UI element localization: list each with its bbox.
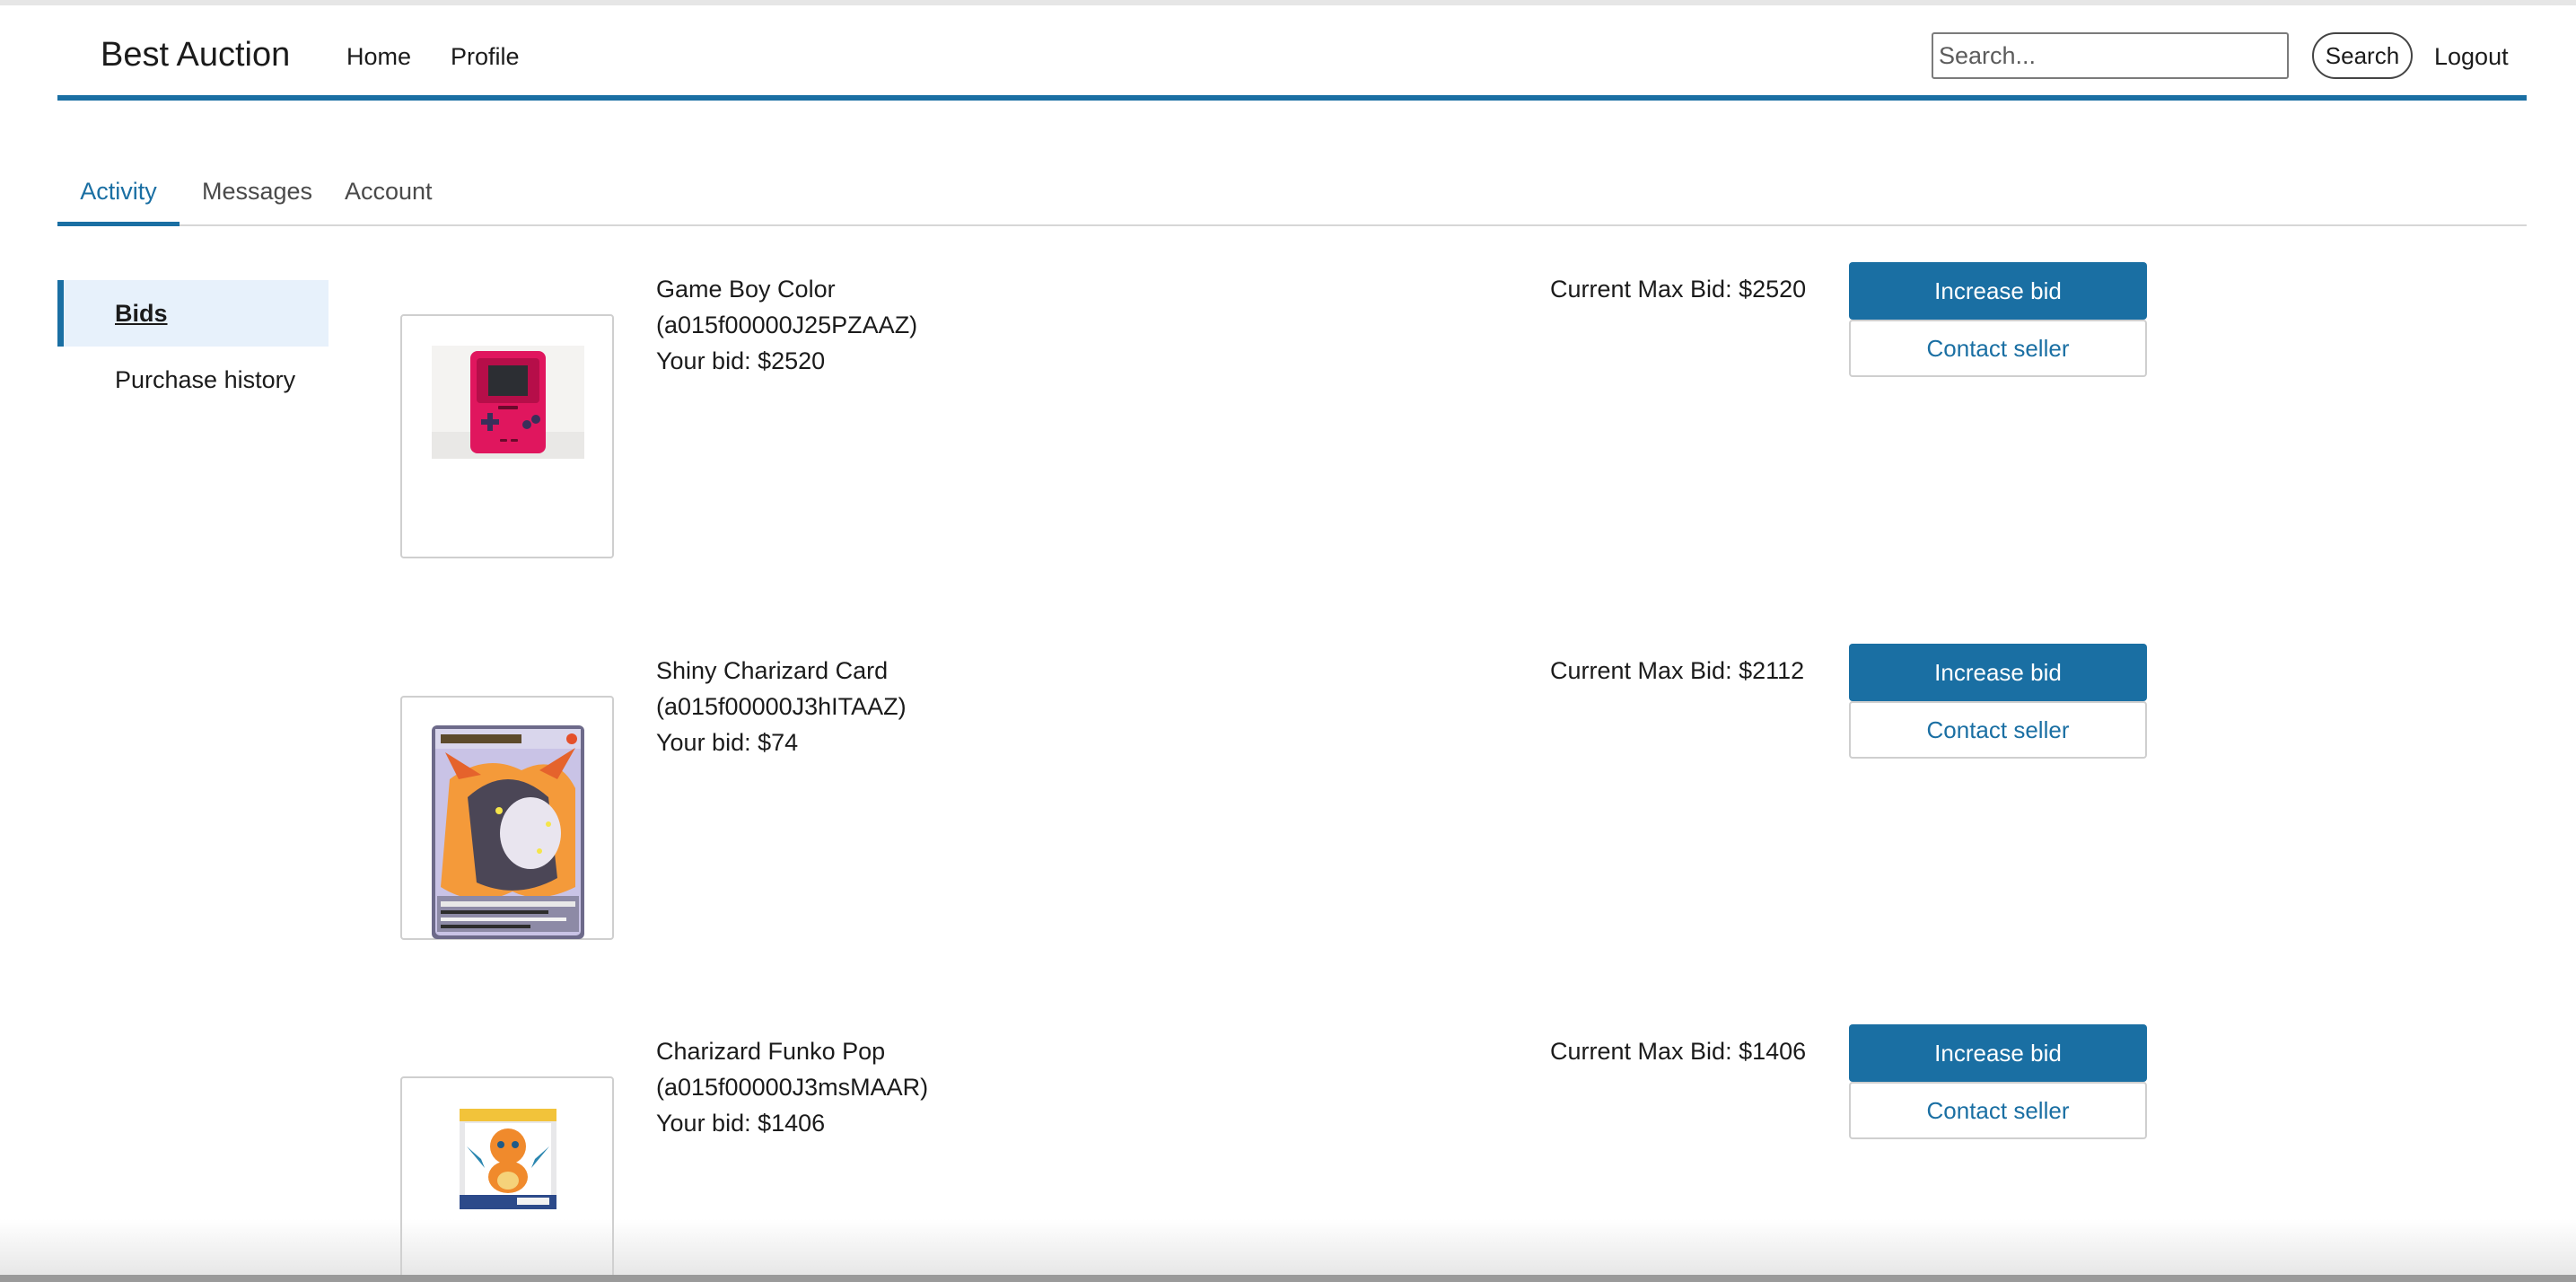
nav-profile-link[interactable]: Profile [451,43,520,71]
search-button[interactable]: Search [2312,32,2413,79]
item-thumbnail[interactable] [400,314,614,558]
increase-bid-button[interactable]: Increase bid [1849,644,2147,701]
item-info: Charizard Funko Pop (a015f00000J3msMAAR)… [656,1033,928,1141]
your-bid: Your bid: $74 [656,729,799,756]
contact-seller-button[interactable]: Contact seller [1849,320,2147,377]
contact-seller-button[interactable]: Contact seller [1849,701,2147,759]
increase-bid-button[interactable]: Increase bid [1849,1024,2147,1082]
item-name: Shiny Charizard Card [656,657,889,684]
item-id: (a015f00000J25PZAAZ) [656,312,918,338]
tab-activity[interactable]: Activity [57,178,180,226]
your-bid: Your bid: $1406 [656,1110,826,1137]
current-max-bid: Current Max Bid: $1406 [1550,1038,1807,1065]
item-info: Shiny Charizard Card (a015f00000J3hITAAZ… [656,653,907,760]
charizard-card-image [432,725,584,939]
current-max-bid: Current Max Bid: $2520 [1550,276,1807,303]
brand-logo[interactable]: Best Auction [101,36,290,75]
item-thumbnail[interactable] [400,1076,614,1282]
bid-row: Charizard Funko Pop (a015f00000J3msMAAR)… [0,1024,2576,1282]
game-boy-color-image [432,346,584,459]
item-name: Game Boy Color [656,276,836,303]
tab-messages[interactable]: Messages [202,178,312,222]
logout-link[interactable]: Logout [2434,43,2509,71]
item-id: (a015f00000J3hITAAZ) [656,693,907,720]
increase-bid-button[interactable]: Increase bid [1849,262,2147,320]
your-bid: Your bid: $2520 [656,347,826,374]
nav-home-link[interactable]: Home [346,43,411,71]
top-navbar: Best Auction Home Profile Search Logout [57,5,2527,101]
item-id: (a015f00000J3msMAAR) [656,1074,929,1101]
window-bottom-edge [0,1275,2576,1282]
bid-row: Game Boy Color (a015f00000J25PZAAZ) Your… [0,262,2576,558]
search-input[interactable] [1932,32,2289,79]
funko-pop-box-image [454,1105,562,1213]
bid-row: Shiny Charizard Card (a015f00000J3hITAAZ… [0,644,2576,940]
item-name: Charizard Funko Pop [656,1038,886,1065]
current-max-bid: Current Max Bid: $2112 [1550,657,1805,684]
activity-tabs: Activity Messages Account [57,167,2527,226]
page: Best Auction Home Profile Search Logout … [0,0,2576,1282]
tab-account[interactable]: Account [345,178,433,222]
contact-seller-button[interactable]: Contact seller [1849,1082,2147,1139]
item-thumbnail[interactable] [400,696,614,940]
item-info: Game Boy Color (a015f00000J25PZAAZ) Your… [656,271,917,379]
